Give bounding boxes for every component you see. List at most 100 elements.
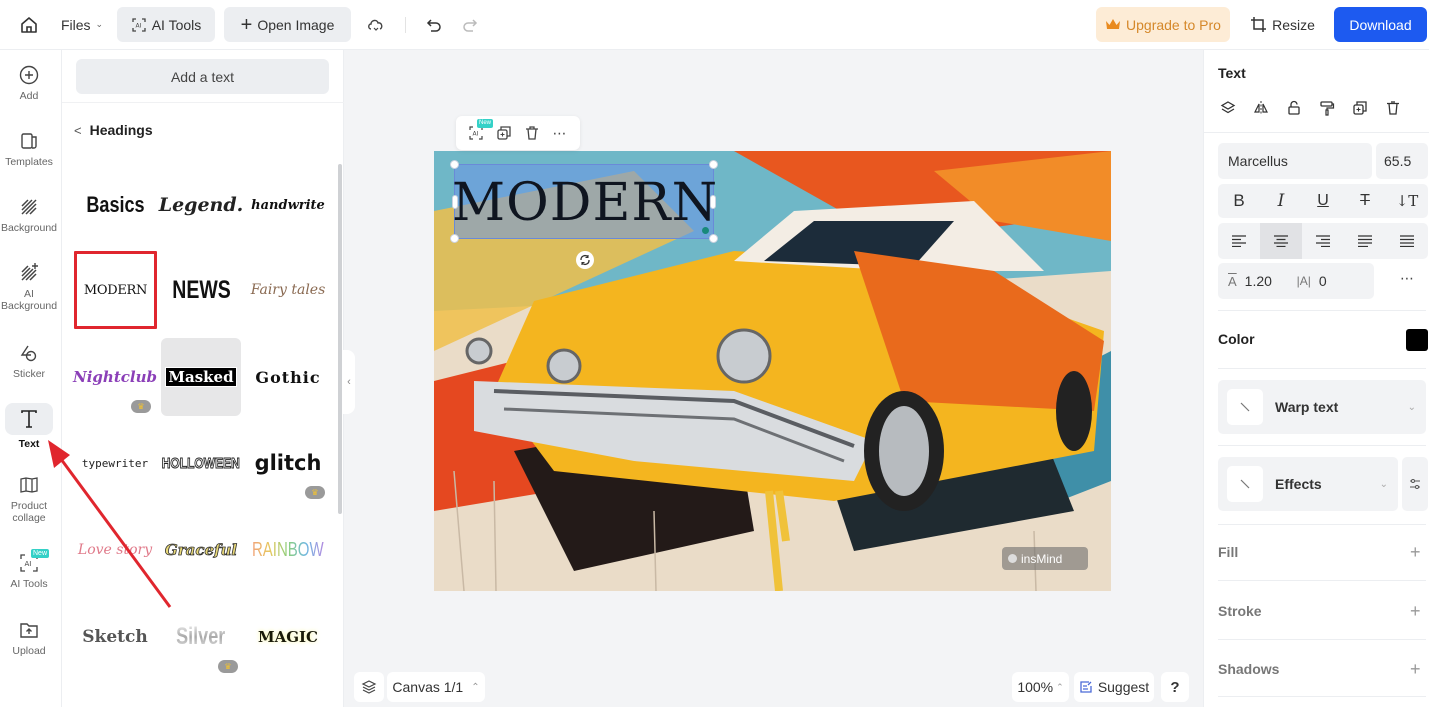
format-painter-button[interactable]: [1317, 98, 1337, 118]
lock-button[interactable]: [1284, 98, 1304, 118]
duplicate-button[interactable]: [1350, 98, 1370, 118]
nav-upload[interactable]: Upload: [0, 619, 58, 657]
style-label: glitch: [254, 451, 322, 475]
effects-settings-button[interactable]: [1402, 457, 1428, 511]
open-image-button[interactable]: + Open Image: [224, 7, 351, 42]
canvas-pages-button[interactable]: Canvas 1/1 ⌃: [387, 672, 485, 702]
download-button[interactable]: Download: [1334, 7, 1427, 42]
nav-ai-background[interactable]: AI Background: [0, 262, 58, 312]
undo-button[interactable]: [421, 12, 447, 38]
suggest-button[interactable]: Suggest: [1074, 672, 1154, 702]
flip-button[interactable]: [1251, 98, 1271, 118]
style-legend[interactable]: Legend.: [159, 166, 244, 244]
cloud-sync-button[interactable]: [363, 12, 389, 38]
align-center-button[interactable]: [1260, 223, 1302, 259]
nav-ai-tools[interactable]: AI New AI Tools: [0, 549, 58, 590]
delete-button[interactable]: [1383, 98, 1403, 118]
bold-button[interactable]: B: [1218, 184, 1260, 218]
nav-templates[interactable]: Templates: [0, 130, 58, 168]
style-sketch[interactable]: Sketch: [75, 598, 155, 676]
more-options-button[interactable]: ⋯: [1400, 270, 1414, 287]
font-size-input[interactable]: 65.5: [1376, 143, 1428, 179]
letter-spacing-value[interactable]: 0: [1319, 273, 1327, 289]
style-modern[interactable]: MODERN: [74, 251, 157, 329]
none-icon: [1240, 479, 1250, 489]
resize-handle-tl[interactable]: [450, 160, 459, 169]
files-menu[interactable]: Files ⌄: [56, 7, 108, 42]
style-love-story[interactable]: Love story: [75, 511, 155, 589]
resize-button[interactable]: Resize: [1244, 7, 1322, 42]
panel-scrollbar[interactable]: [338, 164, 342, 514]
upgrade-button[interactable]: Upgrade to Pro: [1096, 7, 1230, 42]
color-swatch[interactable]: [1406, 329, 1428, 351]
justify-button[interactable]: [1344, 223, 1386, 259]
ai-button[interactable]: AI New: [465, 119, 494, 144]
underline-button[interactable]: U: [1302, 184, 1344, 218]
headings-back[interactable]: < Headings: [74, 122, 153, 138]
add-stroke-button[interactable]: +: [1410, 602, 1421, 620]
letter-spacing-icon: |A|: [1296, 274, 1311, 288]
crown-icon: [1106, 19, 1121, 29]
nav-label: Add: [19, 90, 39, 102]
line-height-value[interactable]: 1.20: [1245, 273, 1289, 289]
style-typewriter[interactable]: typewriter: [75, 424, 155, 502]
layers-button[interactable]: [354, 672, 384, 702]
text-icon: [18, 408, 40, 430]
style-news[interactable]: NEWS: [161, 251, 241, 329]
add-text-button[interactable]: Add a text: [76, 59, 329, 94]
nav-sticker[interactable]: Sticker: [0, 342, 58, 380]
style-magic[interactable]: MAGIC: [248, 598, 328, 676]
duplicate-button[interactable]: [493, 122, 515, 144]
help-button[interactable]: ?: [1161, 672, 1189, 702]
layer-order-button[interactable]: [1218, 98, 1238, 118]
resize-handle-tr[interactable]: [709, 160, 718, 169]
nav-background[interactable]: Background: [0, 196, 58, 234]
collapse-panel-handle[interactable]: ‹: [343, 350, 355, 414]
style-holloween[interactable]: HOLLOWEEN: [161, 424, 241, 502]
justify-all-button[interactable]: [1386, 223, 1428, 259]
cloud-sync-icon: [368, 19, 383, 31]
style-handwrite[interactable]: handwrite: [248, 166, 328, 244]
style-gothic[interactable]: Gothic: [248, 338, 328, 416]
nav-product-collage[interactable]: Product collage: [0, 474, 58, 524]
add-shadow-button[interactable]: +: [1410, 660, 1421, 678]
vertical-text-button[interactable]: ↓T: [1386, 184, 1428, 218]
warp-text-select[interactable]: Warp text ⌄: [1218, 380, 1426, 434]
align-left-button[interactable]: [1218, 223, 1260, 259]
style-label: handwrite: [251, 197, 325, 213]
resize-handle-br[interactable]: [709, 234, 718, 243]
style-masked[interactable]: Masked: [161, 338, 241, 416]
element-actions: [1218, 98, 1418, 118]
delete-button[interactable]: [521, 122, 543, 144]
resize-handle-bl[interactable]: [450, 234, 459, 243]
flip-icon: [1254, 101, 1268, 115]
text-content[interactable]: MODERN: [452, 165, 717, 240]
style-label: Masked: [165, 367, 237, 387]
resize-handle-right[interactable]: [710, 195, 716, 209]
resize-handle-left[interactable]: [452, 195, 458, 209]
ai-tools-button[interactable]: AI AI Tools: [117, 7, 215, 42]
rotate-icon: [580, 255, 590, 265]
add-fill-button[interactable]: +: [1410, 543, 1421, 561]
style-basics[interactable]: Basics: [75, 166, 155, 244]
style-rainbow[interactable]: RAINBOW: [248, 511, 328, 589]
spacing-group: A 1.20 |A| 0: [1218, 263, 1374, 299]
effects-select[interactable]: Effects ⌄: [1218, 457, 1398, 511]
nav-text[interactable]: Text: [0, 403, 58, 450]
ai-tools-icon: AI New: [18, 549, 50, 574]
redo-button[interactable]: [457, 12, 483, 38]
strikethrough-button[interactable]: T: [1344, 184, 1386, 218]
font-family-select[interactable]: Marcellus: [1218, 143, 1372, 179]
align-right-button[interactable]: [1302, 223, 1344, 259]
nav-add[interactable]: Add: [0, 64, 58, 102]
more-button[interactable]: ⋯: [549, 122, 571, 144]
rotate-handle[interactable]: [576, 251, 594, 269]
selected-text-element[interactable]: MODERN: [450, 160, 718, 243]
canvas-label: Canvas 1/1: [392, 679, 464, 695]
style-graceful[interactable]: Graceful: [161, 511, 241, 589]
italic-button[interactable]: I: [1260, 184, 1302, 218]
home-button[interactable]: [16, 12, 42, 38]
style-fairy-tales[interactable]: Fairy tales: [248, 251, 328, 329]
zoom-control[interactable]: 100% ⌃: [1012, 672, 1069, 702]
shadows-label: Shadows: [1218, 661, 1280, 677]
